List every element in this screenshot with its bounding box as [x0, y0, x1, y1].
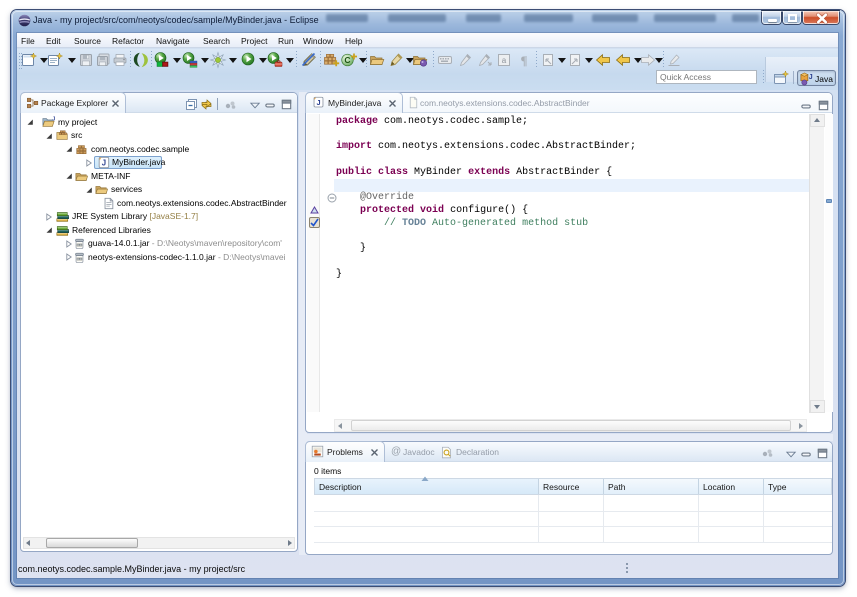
- svg-text:¶: ¶: [520, 53, 527, 68]
- svg-text:C: C: [344, 55, 350, 65]
- svg-text:J: J: [102, 159, 106, 168]
- svg-text:J: J: [809, 74, 813, 81]
- svg-text:J: J: [52, 116, 55, 122]
- svg-text:J: J: [316, 98, 320, 107]
- svg-text:a: a: [502, 56, 507, 65]
